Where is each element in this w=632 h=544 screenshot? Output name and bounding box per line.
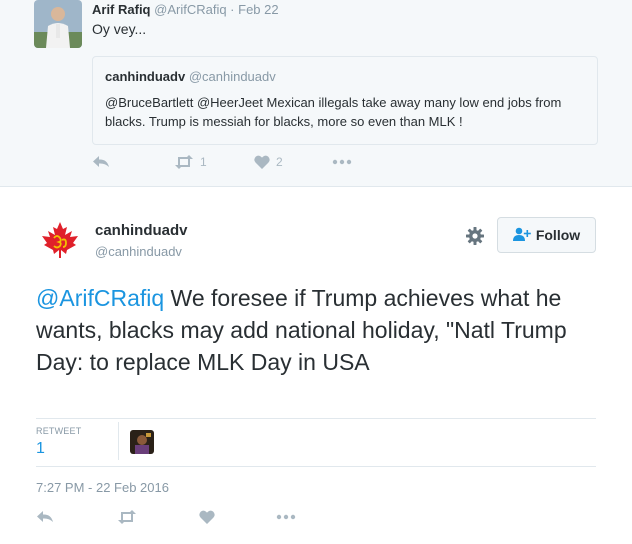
- stats-separator: [118, 422, 119, 460]
- retweet-button[interactable]: 1: [174, 155, 207, 169]
- tweet-text: @ArifCRafiq We foresee if Trump achieves…: [36, 282, 596, 378]
- quote-author-name: canhinduadv: [105, 69, 186, 84]
- author-handle[interactable]: @canhinduadv: [95, 244, 182, 259]
- more-icon: [332, 155, 352, 169]
- retweeter-avatar[interactable]: [130, 430, 154, 454]
- like-button[interactable]: 2: [254, 155, 283, 169]
- conversation-tweet: Arif Rafiq @ArifCRafiq · Feb 22 Oy vey..…: [0, 0, 632, 187]
- arif-rafiq-avatar[interactable]: [34, 0, 82, 48]
- follow-button[interactable]: Follow: [497, 217, 596, 253]
- reply-icon: [36, 510, 54, 524]
- more-button[interactable]: [276, 510, 296, 524]
- author-name[interactable]: canhinduadv: [95, 222, 188, 239]
- quoted-tweet-card[interactable]: canhinduadv @canhinduadv @BruceBartlett …: [92, 56, 598, 145]
- quote-text: @BruceBartlett @HeerJeet Mexican illegal…: [105, 95, 562, 129]
- more-icon: [276, 510, 296, 524]
- stats-divider-bottom: [36, 466, 596, 467]
- canhinduadv-avatar[interactable]: [36, 216, 84, 264]
- quote-header: canhinduadv @canhinduadv: [105, 69, 276, 84]
- stats-divider-top: [36, 418, 596, 419]
- tweet-date[interactable]: Feb 22: [238, 2, 278, 17]
- heart-icon: [254, 155, 270, 169]
- add-user-icon: [512, 227, 531, 244]
- author-name[interactable]: Arif Rafiq: [92, 2, 151, 17]
- like-count: 2: [276, 155, 283, 169]
- mention-link[interactable]: @ArifCRafiq: [36, 285, 164, 311]
- gear-icon[interactable]: [465, 226, 485, 246]
- quote-author-handle: @canhinduadv: [188, 69, 276, 84]
- reply-button[interactable]: [92, 155, 110, 169]
- retweet-count: 1: [200, 155, 207, 169]
- retweet-icon: [117, 510, 137, 524]
- author-handle[interactable]: @ArifCRafiq: [154, 2, 226, 17]
- heart-icon: [199, 510, 215, 524]
- tweet-timestamp: 7:27 PM - 22 Feb 2016: [36, 480, 169, 495]
- date-separator: ·: [226, 2, 239, 17]
- tweet-header: Arif Rafiq @ArifCRafiq · Feb 22: [92, 2, 279, 17]
- retweet-stat-count[interactable]: 1: [36, 440, 45, 458]
- retweet-button[interactable]: [117, 510, 137, 524]
- retweet-stat-label: RETWEET: [36, 426, 82, 436]
- reply-button[interactable]: [36, 510, 54, 524]
- retweet-icon: [174, 155, 194, 169]
- more-button[interactable]: [332, 155, 352, 169]
- tweet-text: Oy vey...: [92, 21, 147, 37]
- follow-label: Follow: [535, 227, 581, 243]
- reply-icon: [92, 155, 110, 169]
- like-button[interactable]: [199, 510, 215, 524]
